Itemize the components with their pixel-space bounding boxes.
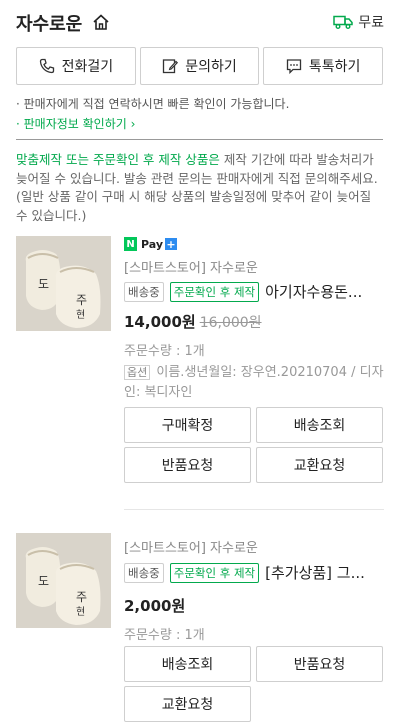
call-button-label: 전화걸기	[61, 59, 114, 75]
inquiry-button-label: 문의하기	[185, 59, 237, 75]
original-price: 16,000원	[199, 315, 262, 331]
svg-text:현: 현	[76, 606, 85, 618]
order-quantity: 주문수량 : 1개	[124, 344, 205, 359]
svg-text:도: 도	[38, 277, 49, 291]
confirm-purchase-button[interactable]: 구매확정	[124, 407, 251, 443]
svg-text:도: 도	[38, 574, 49, 588]
status-badge: 배송중	[124, 562, 164, 583]
plus-icon: +	[165, 237, 178, 251]
product-name[interactable]: [추가상품] 그...	[265, 562, 365, 583]
warning-highlight: 맞춤제작 또는 주문확인 후 제작 상품은	[16, 152, 220, 167]
product-price: 14,000원	[124, 313, 196, 331]
edit-icon	[163, 59, 179, 74]
product-price: 2,000원	[124, 597, 186, 615]
product-thumbnail[interactable]: 도 주 현	[16, 236, 111, 331]
made-to-order-badge: 주문확인 후 제작	[169, 281, 260, 302]
option-text: 이름.생년월일: 장우연.20210704 / 디자인: 복디자인	[124, 365, 384, 400]
price-row: 14,000원 16,000원	[124, 311, 384, 332]
order-item: N Pay + [스마트스토어] 자수로운 배송중 주문확인 후 제작 아기자수…	[124, 236, 384, 403]
contact-notice: · 판매자에게 직접 연락하시면 빠른 확인이 가능합니다. · 판매자정보 확…	[16, 94, 289, 134]
phone-icon	[39, 58, 54, 74]
svg-text:현: 현	[76, 309, 85, 321]
price-row: 2,000원	[124, 595, 384, 616]
order-option: 옵션 이름.생년월일: 장우연.20210704 / 디자인: 복디자인	[124, 363, 384, 403]
pouch-image: 도 주 현	[16, 236, 111, 331]
order-item: [스마트스토어] 자수로운 배송중 주문확인 후 제작 [추가상품] 그... …	[124, 537, 384, 643]
track-delivery-button[interactable]: 배송조회	[256, 407, 383, 443]
status-row: 배송중 주문확인 후 제작 [추가상품] 그...	[124, 562, 384, 583]
shipping-info: 무료	[333, 12, 384, 32]
talktalk-button-label: 톡톡하기	[308, 59, 361, 75]
chat-icon	[286, 59, 302, 74]
contact-buttons: 전화걸기 문의하기 톡톡하기	[16, 47, 384, 85]
talktalk-button[interactable]: 톡톡하기	[263, 47, 384, 85]
return-request-button[interactable]: 반품요청	[124, 447, 251, 483]
svg-text:주: 주	[76, 293, 87, 307]
order-quantity: 주문수량 : 1개	[124, 628, 205, 643]
shipping-label: 무료	[358, 15, 384, 31]
exchange-request-button[interactable]: 교환요청	[256, 447, 383, 483]
section-divider	[16, 139, 383, 140]
seller-name[interactable]: [스마트스토어] 자수로운	[124, 257, 384, 276]
notice-text: · 판매자에게 직접 연락하시면 빠른 확인이 가능합니다.	[16, 97, 290, 111]
production-warning: 맞춤제작 또는 주문확인 후 제작 상품은 제작 기간에 따라 발송처리가 늦어…	[16, 151, 386, 225]
pouch-image: 도 주 현	[16, 533, 111, 628]
naver-n-icon: N	[124, 237, 137, 251]
status-row: 배송중 주문확인 후 제작 아기자수용돈...	[124, 281, 384, 302]
home-icon[interactable]	[92, 13, 110, 31]
inquiry-button[interactable]: 문의하기	[139, 47, 260, 85]
truck-icon	[333, 15, 353, 29]
product-name[interactable]: 아기자수용돈...	[265, 281, 362, 302]
seller-name[interactable]: [스마트스토어] 자수로운	[124, 537, 384, 556]
npay-badge: N Pay +	[124, 236, 384, 252]
seller-info-link[interactable]: · 판매자정보 확인하기 ›	[16, 114, 289, 134]
option-tag: 옵션	[124, 365, 151, 380]
status-badge: 배송중	[124, 281, 164, 302]
npay-label: Pay	[141, 237, 164, 251]
return-request-button[interactable]: 반품요청	[256, 646, 383, 682]
call-button[interactable]: 전화걸기	[16, 47, 136, 85]
made-to-order-badge: 주문확인 후 제작	[169, 562, 260, 583]
store-name[interactable]: 자수로운	[16, 10, 82, 36]
track-delivery-button[interactable]: 배송조회	[124, 646, 251, 682]
item-divider	[124, 509, 384, 510]
svg-text:주: 주	[76, 590, 87, 604]
product-thumbnail[interactable]: 도 주 현	[16, 533, 111, 628]
store-header: 자수로운 무료	[0, 0, 400, 44]
exchange-request-button[interactable]: 교환요청	[124, 686, 251, 722]
